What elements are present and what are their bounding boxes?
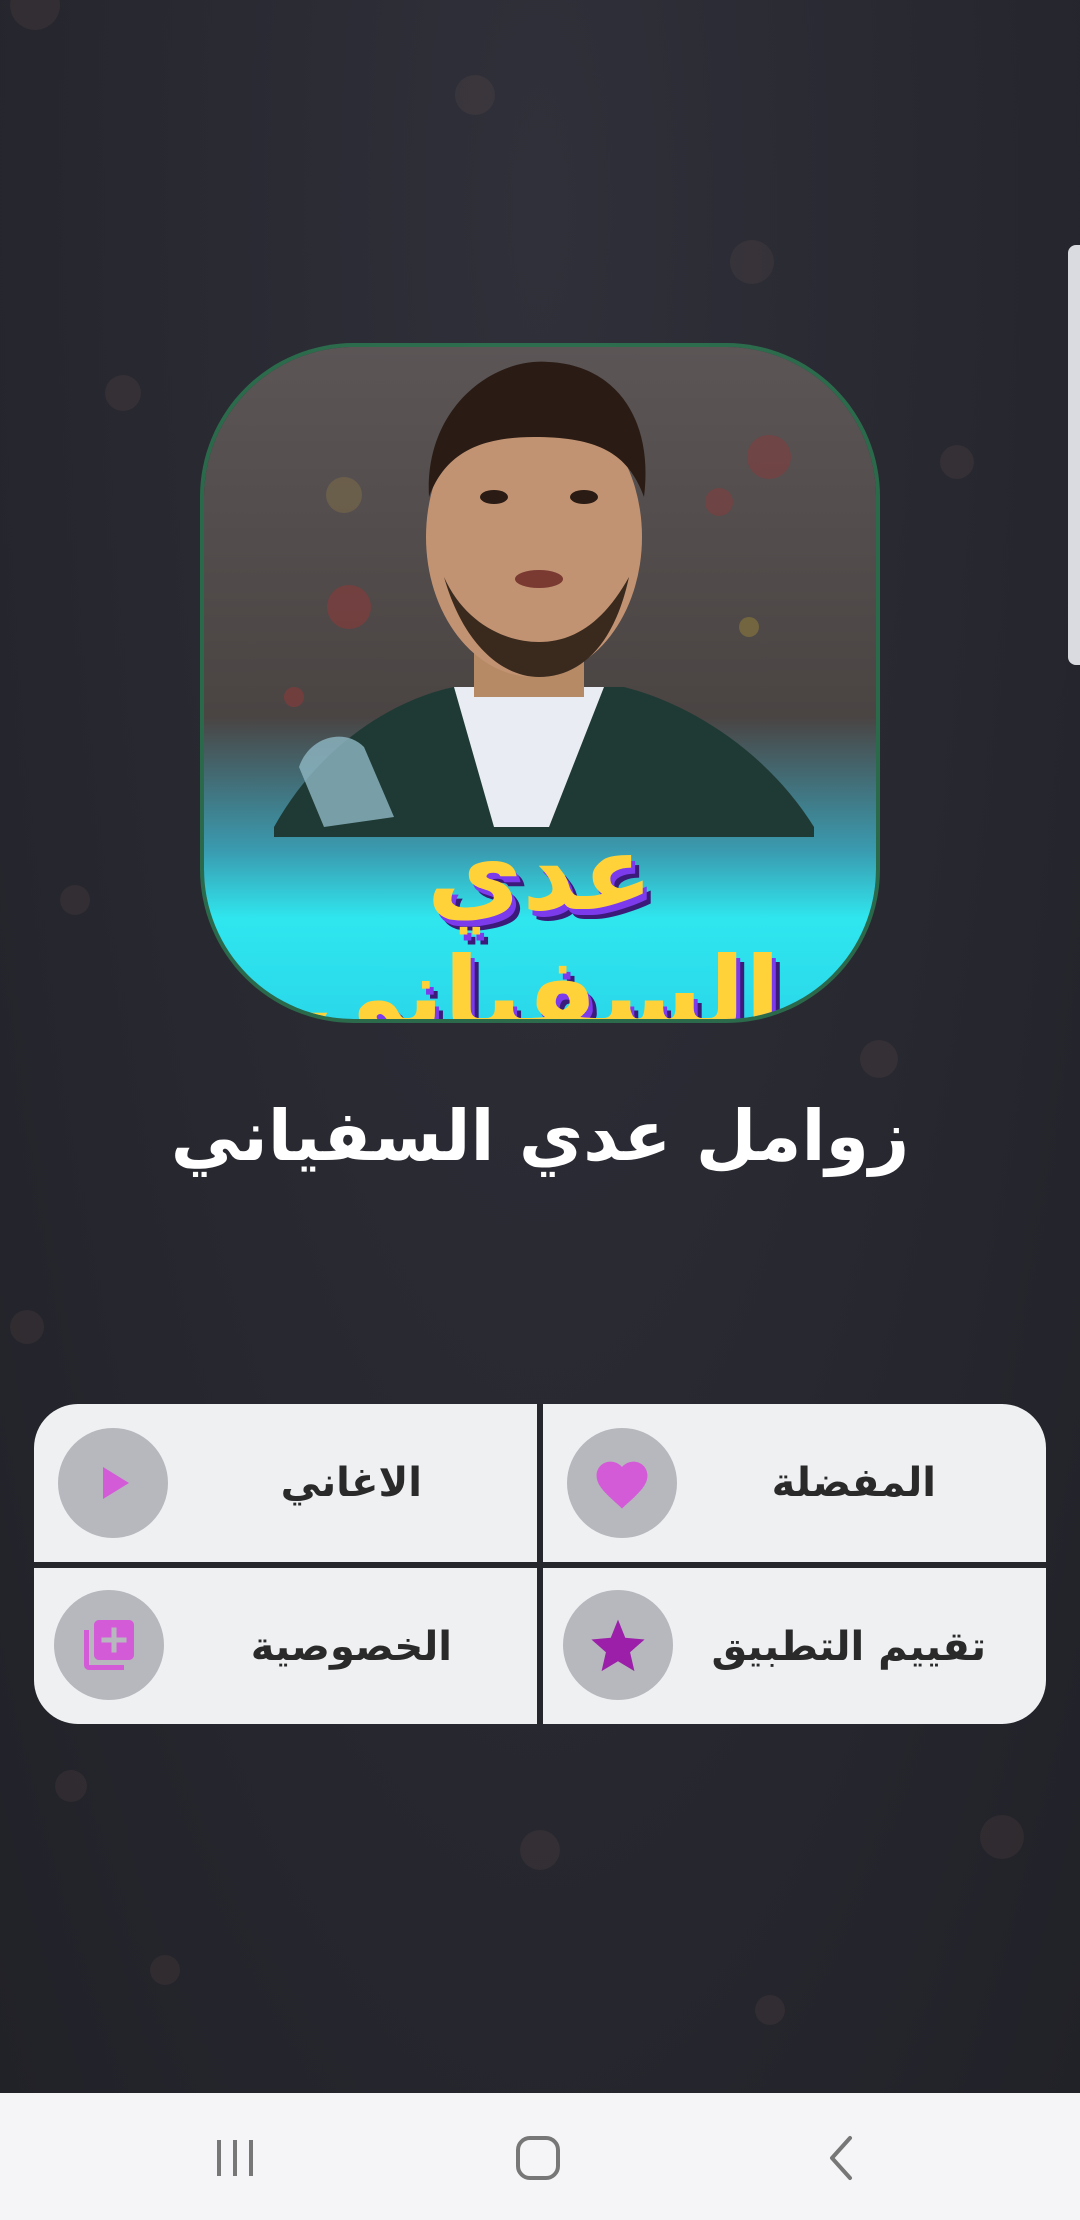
menu-divider-horizontal [34,1562,1046,1568]
favorites-label: المفضلة [771,1460,936,1506]
songs-button[interactable]: الاغاني [34,1404,537,1562]
system-navigation-bar [0,2093,1080,2220]
app-title: زوامل عدي السفياني [170,1095,910,1177]
app-logo-caption: عدي السفياني [299,812,781,1019]
favorites-button[interactable]: المفضلة [543,1404,1046,1562]
home-button[interactable] [478,2113,598,2203]
library-add-icon [54,1590,164,1700]
recent-apps-icon [217,2140,253,2176]
background [0,0,1080,2093]
songs-label: الاغاني [280,1460,422,1506]
rate-app-button[interactable]: تقييم التطبيق [543,1568,1046,1724]
recent-apps-button[interactable] [175,2113,295,2203]
privacy-button[interactable]: الخصوصية [34,1568,537,1724]
back-button[interactable] [780,2113,900,2203]
app-logo: عدي السفياني [204,347,876,1019]
main-menu: المفضلة الاغاني تقييم التطبيق الخصوصية [34,1404,1046,1724]
home-icon [516,2136,560,2180]
privacy-label: الخصوصية [250,1624,452,1670]
back-icon [830,2136,852,2180]
star-icon [563,1590,673,1700]
scroll-indicator[interactable] [1068,245,1080,665]
play-icon [58,1428,168,1538]
rate-app-label: تقييم التطبيق [711,1624,987,1670]
heart-icon [567,1428,677,1538]
